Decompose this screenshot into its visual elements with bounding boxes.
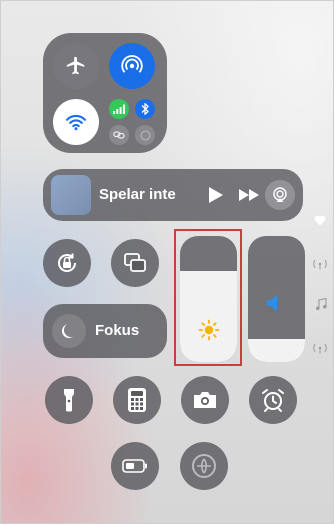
airplay-icon bbox=[271, 186, 289, 204]
screen-frame: Spelar inte Fokus bbox=[0, 0, 334, 524]
airdrop-button[interactable] bbox=[109, 43, 155, 89]
alarm-button[interactable] bbox=[249, 376, 297, 424]
skip-forward-button[interactable] bbox=[238, 188, 260, 202]
flashlight-icon bbox=[62, 387, 76, 413]
calculator-button[interactable] bbox=[113, 376, 161, 424]
moon-icon bbox=[60, 322, 78, 340]
alarm-icon bbox=[260, 387, 286, 413]
airplay-button[interactable] bbox=[265, 180, 295, 210]
calculator-icon bbox=[127, 387, 147, 413]
play-icon bbox=[208, 186, 224, 204]
focus-icon-circle bbox=[52, 314, 86, 348]
airplane-icon bbox=[65, 55, 87, 77]
signal-icon bbox=[313, 258, 327, 270]
brightness-fill bbox=[180, 271, 237, 362]
accessibility-button[interactable] bbox=[180, 442, 228, 490]
low-power-mode-button[interactable] bbox=[111, 442, 159, 490]
album-artwork bbox=[51, 175, 91, 215]
flashlight-button[interactable] bbox=[45, 376, 93, 424]
wifi-icon bbox=[65, 113, 87, 131]
accessibility-icon bbox=[190, 452, 218, 480]
volume-fill bbox=[248, 339, 305, 362]
focus-label: Fokus bbox=[95, 322, 140, 339]
airdrop-icon bbox=[120, 54, 144, 78]
media-status-label: Spelar inte bbox=[99, 186, 176, 203]
music-note-icon bbox=[315, 298, 327, 311]
cellular-icon bbox=[113, 104, 125, 114]
vpn-button[interactable] bbox=[135, 125, 155, 145]
link-icon bbox=[113, 130, 125, 140]
globe-icon bbox=[140, 130, 151, 141]
orientation-lock-button[interactable] bbox=[43, 239, 91, 287]
fast-forward-icon bbox=[238, 188, 260, 202]
screen-mirroring-icon bbox=[123, 252, 147, 274]
personal-hotspot-button[interactable] bbox=[109, 125, 129, 145]
camera-icon bbox=[192, 390, 218, 410]
brightness-slider[interactable] bbox=[180, 236, 237, 362]
bluetooth-button[interactable] bbox=[135, 99, 155, 119]
cellular-data-button[interactable] bbox=[109, 99, 129, 119]
speaker-icon bbox=[266, 294, 282, 312]
bluetooth-icon bbox=[140, 102, 150, 116]
connectivity-panel bbox=[43, 33, 167, 153]
focus-button[interactable]: Fokus bbox=[43, 304, 167, 358]
camera-button[interactable] bbox=[181, 376, 229, 424]
volume-slider[interactable] bbox=[248, 236, 305, 362]
screen-mirroring-button[interactable] bbox=[111, 239, 159, 287]
now-playing-panel: Spelar inte bbox=[43, 169, 303, 221]
rotation-lock-icon bbox=[54, 250, 80, 276]
airplane-mode-button[interactable] bbox=[53, 43, 99, 89]
sun-icon bbox=[198, 319, 220, 341]
play-button[interactable] bbox=[208, 186, 224, 204]
heart-icon bbox=[314, 215, 326, 226]
signal-icon-2 bbox=[313, 342, 327, 354]
battery-icon bbox=[122, 459, 148, 473]
wifi-button[interactable] bbox=[53, 99, 99, 145]
